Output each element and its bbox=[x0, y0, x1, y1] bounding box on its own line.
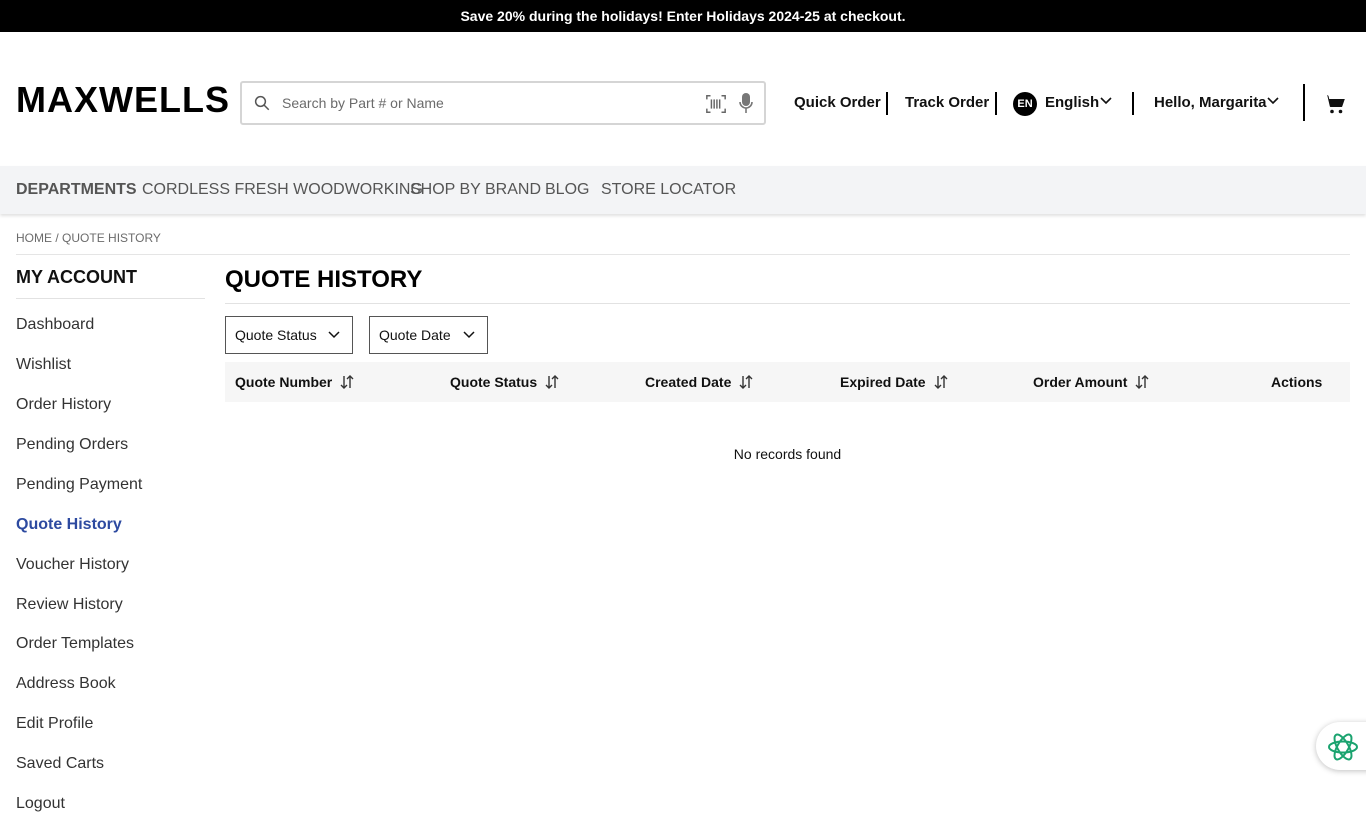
language-selector[interactable]: English bbox=[1045, 94, 1099, 112]
nav-departments[interactable]: DEPARTMENTS bbox=[16, 181, 137, 199]
breadcrumb-current: QUOTE HISTORY bbox=[62, 231, 161, 245]
filter-label: Quote Status bbox=[235, 327, 317, 343]
barcode-scan-icon[interactable] bbox=[705, 93, 727, 115]
sort-icon[interactable] bbox=[545, 375, 559, 389]
page-title: QUOTE HISTORY bbox=[225, 266, 423, 293]
main-nav: DEPARTMENTS CORDLESS FRESH WOODWORKING S… bbox=[0, 166, 1366, 214]
sidebar-item-address-book[interactable]: Address Book bbox=[16, 674, 116, 694]
sort-icon[interactable] bbox=[340, 375, 354, 389]
column-label: Order Amount bbox=[1033, 374, 1128, 390]
promo-text: Save 20% during the holidays! Enter Holi… bbox=[460, 8, 906, 24]
sidebar-item-order-templates[interactable]: Order Templates bbox=[16, 634, 134, 654]
quick-order-link[interactable]: Quick Order bbox=[794, 94, 881, 112]
breadcrumb-home[interactable]: HOME bbox=[16, 231, 52, 245]
sidebar-divider bbox=[16, 298, 205, 299]
header-divider bbox=[1132, 92, 1134, 115]
sidebar-item-pending-payment[interactable]: Pending Payment bbox=[16, 475, 142, 495]
table-header: Quote Number Quote Status Created Date E… bbox=[225, 362, 1350, 402]
nav-shop-by-brand[interactable]: SHOP BY BRAND bbox=[410, 181, 541, 199]
sidebar-item-logout[interactable]: Logout bbox=[16, 794, 65, 814]
ai-assistant-icon bbox=[1328, 733, 1358, 761]
filter-label: Quote Date bbox=[379, 327, 451, 343]
sidebar-item-order-history[interactable]: Order History bbox=[16, 395, 111, 415]
header-divider bbox=[995, 92, 997, 115]
cart-icon[interactable] bbox=[1323, 92, 1347, 116]
search-icon bbox=[254, 95, 270, 111]
nav-blog[interactable]: BLOG bbox=[545, 181, 589, 199]
user-menu[interactable]: Hello, Margarita bbox=[1154, 94, 1267, 112]
sidebar-title: MY ACCOUNT bbox=[16, 267, 137, 287]
chevron-down-icon[interactable] bbox=[1100, 97, 1112, 105]
sort-icon[interactable] bbox=[739, 375, 753, 389]
column-label: Actions bbox=[1271, 374, 1323, 390]
column-quote-status[interactable]: Quote Status bbox=[450, 374, 559, 390]
sidebar-item-review-history[interactable]: Review History bbox=[16, 595, 123, 615]
microphone-icon[interactable] bbox=[738, 92, 754, 114]
chevron-down-icon bbox=[463, 331, 475, 339]
sort-icon[interactable] bbox=[934, 375, 948, 389]
sort-icon[interactable] bbox=[1135, 375, 1149, 389]
sidebar-item-wishlist[interactable]: Wishlist bbox=[16, 355, 71, 375]
header-divider bbox=[1303, 84, 1305, 121]
promo-banner: Save 20% during the holidays! Enter Holi… bbox=[0, 0, 1366, 32]
ai-assistant-button[interactable] bbox=[1316, 722, 1366, 770]
chevron-down-icon bbox=[328, 331, 340, 339]
nav-store-locator[interactable]: STORE LOCATOR bbox=[601, 181, 736, 199]
breadcrumb-divider bbox=[16, 254, 1350, 255]
language-badge[interactable]: EN bbox=[1013, 92, 1037, 116]
chevron-down-icon[interactable] bbox=[1267, 97, 1279, 105]
sidebar-item-pending-orders[interactable]: Pending Orders bbox=[16, 435, 128, 455]
site-header: MAXWELLS Quick Order Track Order EN Engl… bbox=[0, 32, 1366, 166]
header-divider bbox=[886, 92, 888, 115]
sidebar-item-voucher-history[interactable]: Voucher History bbox=[16, 555, 129, 575]
site-logo[interactable]: MAXWELLS bbox=[16, 80, 230, 120]
breadcrumb: HOME / QUOTE HISTORY bbox=[16, 231, 161, 245]
empty-state-message: No records found bbox=[733, 446, 842, 462]
track-order-link[interactable]: Track Order bbox=[905, 94, 989, 112]
sidebar-item-dashboard[interactable]: Dashboard bbox=[16, 315, 94, 335]
quote-date-filter[interactable]: Quote Date bbox=[369, 316, 488, 354]
nav-cordless-fresh-woodworking[interactable]: CORDLESS FRESH WOODWORKING bbox=[142, 181, 423, 199]
breadcrumb-separator: / bbox=[55, 231, 59, 245]
search-input[interactable] bbox=[282, 91, 682, 115]
column-quote-number[interactable]: Quote Number bbox=[235, 374, 354, 390]
sidebar-item-saved-carts[interactable]: Saved Carts bbox=[16, 754, 104, 774]
column-label: Created Date bbox=[645, 374, 732, 390]
search-bar bbox=[240, 81, 766, 125]
sidebar-item-edit-profile[interactable]: Edit Profile bbox=[16, 714, 93, 734]
column-label: Quote Status bbox=[450, 374, 538, 390]
column-label: Expired Date bbox=[840, 374, 926, 390]
quote-status-filter[interactable]: Quote Status bbox=[225, 316, 353, 354]
column-order-amount[interactable]: Order Amount bbox=[1033, 374, 1149, 390]
column-expired-date[interactable]: Expired Date bbox=[840, 374, 948, 390]
sidebar-item-quote-history[interactable]: Quote History bbox=[16, 515, 122, 535]
column-label: Quote Number bbox=[235, 374, 333, 390]
title-divider bbox=[225, 303, 1350, 304]
column-created-date[interactable]: Created Date bbox=[645, 374, 753, 390]
column-actions: Actions bbox=[1271, 374, 1322, 390]
